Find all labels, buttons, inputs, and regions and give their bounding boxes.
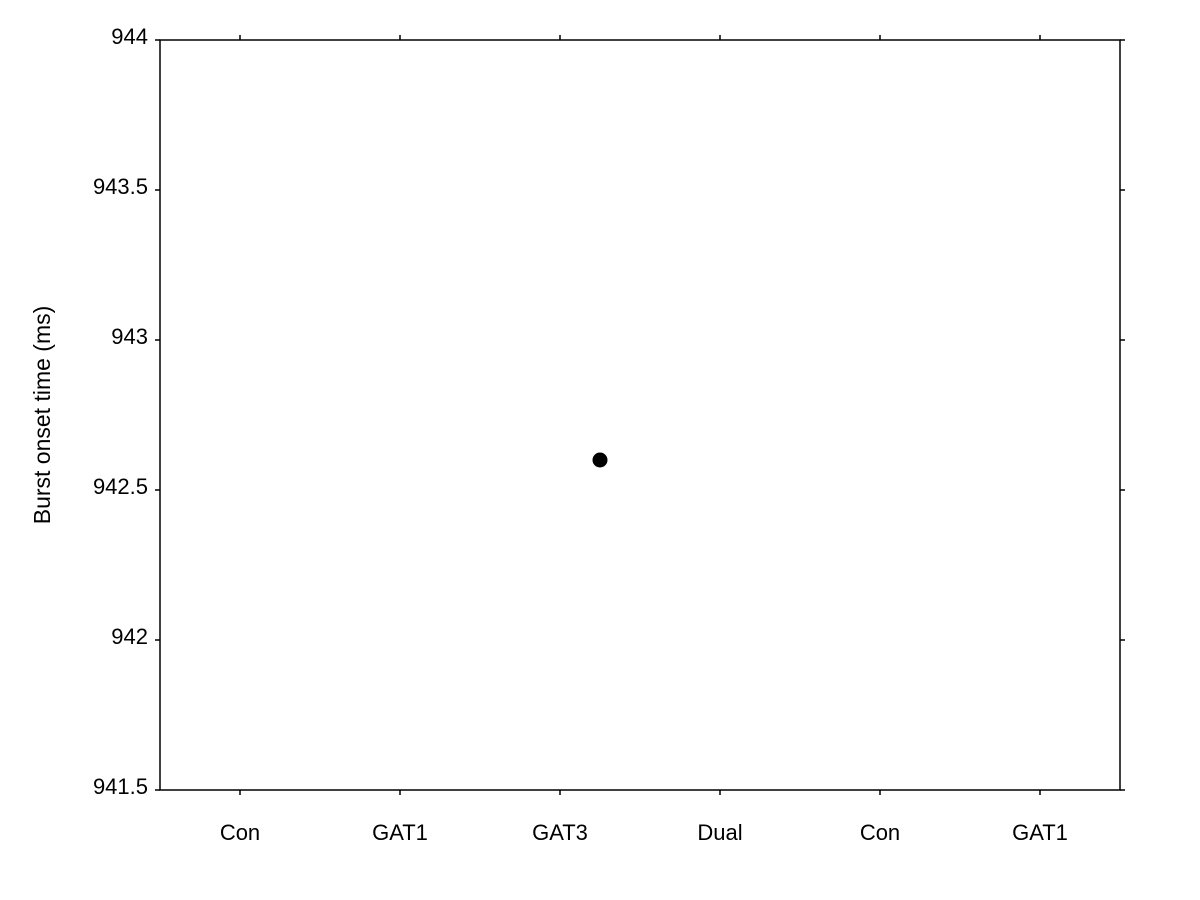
plot-area: [160, 40, 1120, 790]
scatter-plot: 944 943.5 943 942.5 942 941.5 Con GAT1 G…: [0, 0, 1200, 900]
x-label-5: Con: [860, 820, 900, 845]
x-label-3: GAT3: [532, 820, 588, 845]
data-point-1: [593, 453, 607, 467]
y-label-9415: 941.5: [93, 774, 148, 799]
y-label-9435: 943.5: [93, 174, 148, 199]
x-label-2: GAT1: [372, 820, 428, 845]
chart-container: 944 943.5 943 942.5 942 941.5 Con GAT1 G…: [0, 0, 1200, 900]
x-label-6: GAT1: [1012, 820, 1068, 845]
y-label-942: 942: [111, 624, 148, 649]
y-label-944: 944: [111, 24, 148, 49]
y-axis-title: Burst onset time (ms): [29, 306, 55, 525]
x-label-4: Dual: [697, 820, 742, 845]
y-label-943: 943: [111, 324, 148, 349]
y-label-9425: 942.5: [93, 474, 148, 499]
x-label-1: Con: [220, 820, 260, 845]
